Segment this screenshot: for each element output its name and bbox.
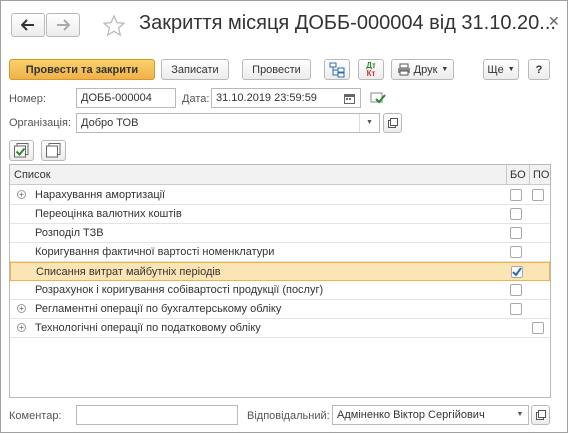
open-organization-button[interactable] (383, 113, 402, 133)
responsible-label: Відповідальний: (247, 410, 330, 422)
document-window: Закриття місяця ДОББ-000004 від 31.10.20… (0, 0, 568, 433)
post-button[interactable]: Провести (242, 59, 311, 80)
open-in-window-icon (387, 118, 398, 128)
row-label: Розподіл ТЗВ (35, 227, 104, 239)
organization-value: Добро ТОВ (81, 117, 139, 129)
post-and-close-button[interactable]: Провести та закрити (9, 59, 155, 80)
open-in-window-icon (535, 410, 546, 420)
open-responsible-button[interactable] (531, 405, 550, 425)
row-label: Технологічні операції по податковому обл… (35, 322, 261, 334)
printer-icon (397, 63, 410, 76)
deselect-all-button[interactable] (41, 140, 66, 161)
table-row[interactable]: + Нарахування амортизації (10, 186, 550, 205)
operations-table: Список БО ПО + Нарахування амортизації Пер… (9, 164, 551, 398)
window-title: Закриття місяця ДОББ-000004 від 31.10.20… (139, 12, 556, 34)
chevron-down-icon[interactable]: ▼ (359, 114, 379, 132)
structure-button[interactable] (324, 59, 350, 80)
responsible-value: Адміненко Віктор Сергійович (337, 409, 485, 421)
table-row[interactable]: Списання витрат майбутніх періодів (10, 262, 550, 281)
comment-field[interactable] (76, 405, 238, 425)
dt-kt-button[interactable]: Дт Кт (358, 59, 384, 80)
row-label: Списання витрат майбутніх періодів (36, 266, 221, 278)
chevron-down-icon[interactable]: ▼ (512, 406, 528, 424)
star-favorite-icon[interactable] (102, 14, 126, 38)
more-button[interactable]: Ще ▼ (483, 59, 519, 80)
chevron-down-icon: ▼ (441, 66, 449, 73)
select-all-button[interactable] (9, 140, 34, 161)
column-divider (506, 165, 507, 185)
table-row[interactable]: Розподіл ТЗВ (10, 224, 550, 243)
title-bar: Закриття місяця ДОББ-000004 від 31.10.20… (1, 1, 567, 51)
arrow-right-icon (57, 19, 70, 31)
close-icon[interactable]: ✕ (548, 13, 560, 30)
more-label: Ще (487, 63, 504, 76)
checkbox-bo[interactable] (510, 246, 522, 258)
check-all-icon (14, 143, 29, 158)
row-label: Регламентні операції по бухгалтерському … (35, 303, 282, 315)
responsible-field[interactable]: Адміненко Віктор Сергійович ▼ (332, 405, 529, 425)
organization-label: Організація: (9, 117, 71, 129)
checkbox-bo[interactable] (510, 303, 522, 315)
comment-label: Коментар: (9, 410, 62, 422)
calendar-icon[interactable] (344, 93, 355, 104)
column-header-po: ПО (533, 169, 550, 181)
checkbox-po[interactable] (532, 189, 544, 201)
checkbox-bo[interactable] (510, 284, 522, 296)
checkbox-bo[interactable] (510, 189, 522, 201)
save-button[interactable]: Записати (161, 59, 229, 80)
arrow-left-icon (21, 19, 34, 31)
checkbox-bo[interactable] (510, 227, 522, 239)
date-value: 31.10.2019 23:59:59 (216, 92, 317, 104)
expand-icon[interactable]: + (17, 323, 26, 332)
table-row[interactable]: Розрахунок і коригування собівартості пр… (10, 281, 550, 300)
forward-button[interactable] (46, 13, 80, 37)
checkbox-po[interactable] (532, 322, 544, 334)
print-label: Друк (413, 63, 438, 76)
table-row[interactable]: + Технологічні операції по податковому об… (10, 319, 550, 338)
expand-icon[interactable]: + (17, 304, 26, 313)
number-field[interactable]: ДОББ-000004 (76, 88, 176, 108)
date-check-icon[interactable] (370, 90, 386, 106)
structure-icon (329, 62, 345, 77)
expand-icon[interactable]: + (17, 190, 26, 199)
row-label: Коригування фактичної вартості номенклат… (35, 246, 275, 258)
column-header-bo: БО (510, 169, 526, 181)
organization-field[interactable]: Добро ТОВ ▼ (76, 113, 380, 133)
help-button[interactable]: ? (528, 59, 550, 80)
uncheck-all-icon (46, 143, 61, 158)
row-label: Переоцінка валютних коштів (35, 208, 182, 220)
number-label: Номер: (9, 93, 46, 105)
checkbox-bo[interactable] (511, 266, 523, 278)
column-divider (529, 165, 530, 185)
print-button[interactable]: Друк ▼ (391, 59, 454, 80)
table-row[interactable]: Переоцінка валютних коштів (10, 205, 550, 224)
table-row[interactable]: Коригування фактичної вартості номенклат… (10, 243, 550, 262)
chevron-down-icon: ▼ (507, 66, 515, 73)
date-label: Дата: (182, 93, 210, 105)
back-button[interactable] (11, 13, 45, 37)
column-header-list: Список (14, 169, 51, 181)
table-header: Список БО ПО (10, 165, 550, 185)
table-row[interactable]: + Регламентні операції по бухгалтерському… (10, 300, 550, 319)
row-label: Нарахування амортизації (35, 189, 166, 201)
kt-label: Кт (366, 68, 376, 78)
row-label: Розрахунок і коригування собівартості пр… (35, 284, 324, 296)
checkbox-bo[interactable] (510, 208, 522, 220)
checkmark-icon (512, 267, 522, 277)
date-field[interactable]: 31.10.2019 23:59:59 (211, 88, 361, 108)
